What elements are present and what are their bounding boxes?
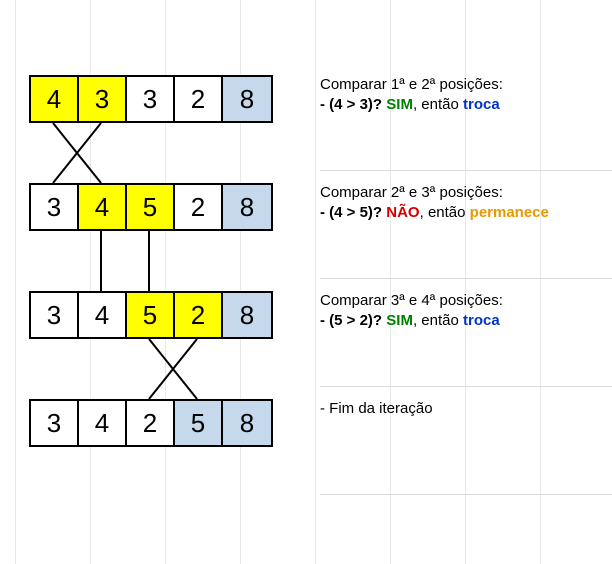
connector-3-4-swap [29, 339, 273, 399]
connector-2-3-stay [29, 231, 273, 291]
cell-4-4: 8 [223, 401, 271, 445]
cmp-expr: - (4 > 5)? [320, 204, 386, 221]
cell-1-3: 2 [175, 77, 223, 121]
divider-2 [320, 278, 612, 279]
cell-2-1: 4 [79, 185, 127, 229]
cmp-mid: , então [413, 312, 463, 329]
caption-detail: - (4 > 3)? SIM, então troca [320, 95, 503, 115]
caption-detail: - (4 > 5)? NÃO, então permanece [320, 203, 549, 223]
cmp-result: NÃO [386, 204, 419, 221]
cmp-expr: - (5 > 2)? [320, 312, 386, 329]
caption-detail: - (5 > 2)? SIM, então troca [320, 311, 503, 331]
cell-2-4: 8 [223, 185, 271, 229]
cell-3-1: 4 [79, 293, 127, 337]
caption-title: Comparar 3ª e 4ª posições: [320, 291, 503, 311]
connector-1-2-swap [29, 123, 273, 183]
caption-row-2: Comparar 2ª e 3ª posições: - (4 > 5)? NÃ… [320, 183, 549, 223]
cell-4-2: 2 [127, 401, 175, 445]
cmp-action: troca [463, 312, 500, 329]
cmp-action: troca [463, 96, 500, 113]
cell-3-3: 2 [175, 293, 223, 337]
divider-1 [320, 170, 612, 171]
cmp-expr: - (4 > 3)? [320, 96, 386, 113]
cell-3-0: 3 [31, 293, 79, 337]
cell-4-1: 4 [79, 401, 127, 445]
array-row-3: 3 4 5 2 8 [29, 291, 273, 339]
divider-3 [320, 386, 612, 387]
caption-title: Comparar 1ª e 2ª posições: [320, 75, 503, 95]
cmp-action: permanece [470, 204, 549, 221]
cmp-result: SIM [386, 96, 413, 113]
caption-row-4: - Fim da iteração [320, 399, 433, 419]
caption-row-1: Comparar 1ª e 2ª posições: - (4 > 3)? SI… [320, 75, 503, 115]
caption-title: - Fim da iteração [320, 399, 433, 419]
cell-1-2: 3 [127, 77, 175, 121]
divider-4 [320, 494, 612, 495]
cell-2-0: 3 [31, 185, 79, 229]
cell-2-3: 2 [175, 185, 223, 229]
array-row-4: 3 4 2 5 8 [29, 399, 273, 447]
cell-1-1: 3 [79, 77, 127, 121]
caption-title: Comparar 2ª e 3ª posições: [320, 183, 549, 203]
cell-4-3: 5 [175, 401, 223, 445]
cell-3-4: 8 [223, 293, 271, 337]
cell-1-4: 8 [223, 77, 271, 121]
caption-row-3: Comparar 3ª e 4ª posições: - (5 > 2)? SI… [320, 291, 503, 331]
cell-2-2: 5 [127, 185, 175, 229]
cell-4-0: 3 [31, 401, 79, 445]
cell-3-2: 5 [127, 293, 175, 337]
array-row-2: 3 4 5 2 8 [29, 183, 273, 231]
cmp-mid: , então [420, 204, 470, 221]
cmp-result: SIM [386, 312, 413, 329]
cmp-mid: , então [413, 96, 463, 113]
array-row-1: 4 3 3 2 8 [29, 75, 273, 123]
bubble-sort-iteration-diagram: 4 3 3 2 8 3 4 5 2 8 3 4 5 2 8 [0, 0, 612, 564]
cell-1-0: 4 [31, 77, 79, 121]
